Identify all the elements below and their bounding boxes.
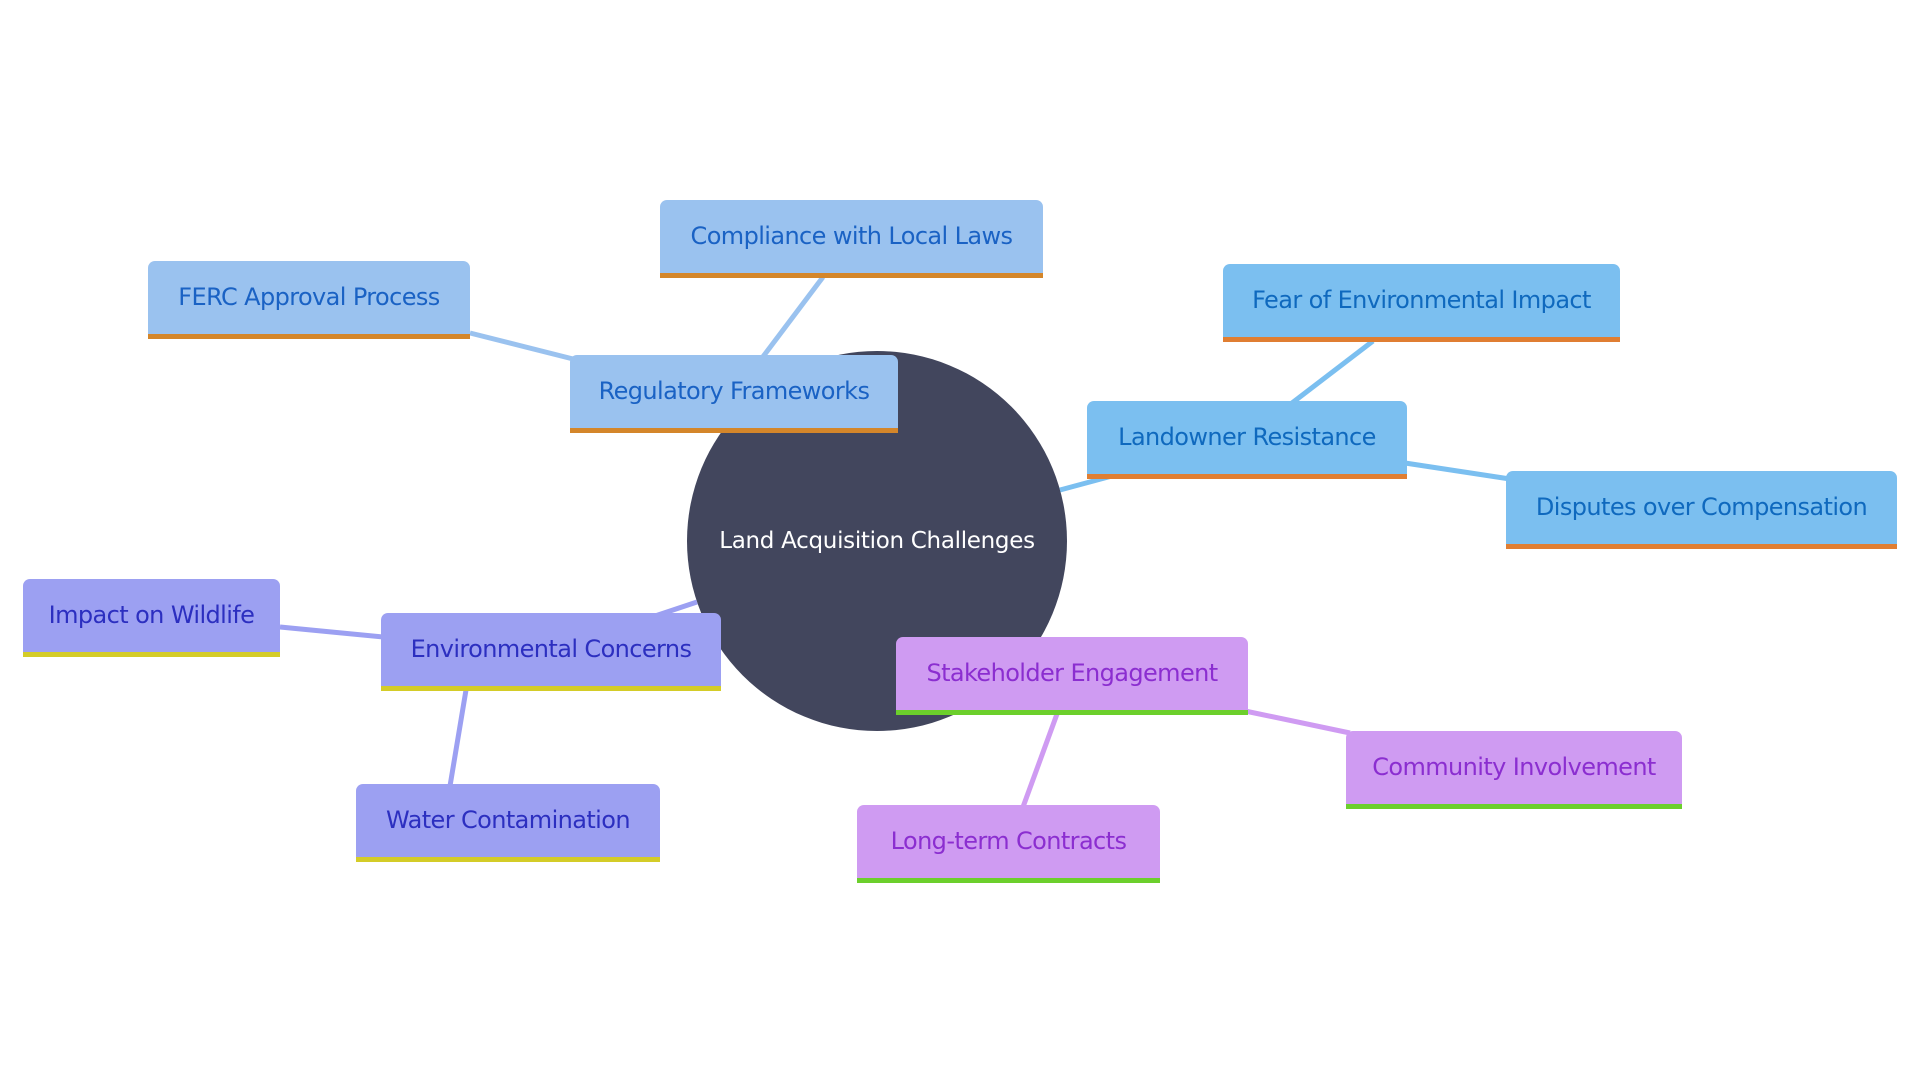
node-label: Impact on Wildlife <box>48 601 255 629</box>
node-environmental-concerns[interactable]: Environmental Concerns <box>381 613 721 691</box>
node-label: Long-term Contracts <box>890 827 1127 855</box>
accent-bar <box>356 857 660 862</box>
node-regulatory-frameworks[interactable]: Regulatory Frameworks <box>570 355 898 433</box>
node-stakeholder-engagement[interactable]: Stakeholder Engagement <box>896 637 1248 715</box>
accent-bar <box>570 428 898 433</box>
accent-bar <box>660 273 1043 278</box>
node-label: Fear of Environmental Impact <box>1252 286 1591 314</box>
node-compliance-with-local-laws[interactable]: Compliance with Local Laws <box>660 200 1043 278</box>
accent-bar <box>381 686 721 691</box>
accent-bar <box>857 878 1160 883</box>
root-label: Land Acquisition Challenges <box>719 528 1035 554</box>
edge-regulatory-ferc <box>469 330 586 365</box>
node-label: FERC Approval Process <box>178 283 440 311</box>
node-label: Disputes over Compensation <box>1535 493 1868 521</box>
node-label: Community Involvement <box>1372 753 1656 781</box>
node-long-term-contracts[interactable]: Long-term Contracts <box>857 805 1160 883</box>
accent-bar <box>1087 474 1407 479</box>
node-label: Stakeholder Engagement <box>926 659 1218 687</box>
node-label: Landowner Resistance <box>1118 423 1376 451</box>
edge-landowner-disputes <box>1404 460 1511 482</box>
accent-bar <box>1223 337 1620 342</box>
accent-bar <box>1506 544 1897 549</box>
node-water-contamination[interactable]: Water Contamination <box>356 784 660 862</box>
edge-stakeholder-community <box>1244 708 1351 736</box>
node-label: Compliance with Local Laws <box>690 222 1013 250</box>
edge-landowner-fear <box>1290 339 1375 405</box>
node-label: Water Contamination <box>386 806 630 834</box>
node-landowner-resistance[interactable]: Landowner Resistance <box>1087 401 1407 479</box>
node-fear-of-environmental-impact[interactable]: Fear of Environmental Impact <box>1223 264 1620 342</box>
node-label: Environmental Concerns <box>410 635 692 663</box>
accent-bar <box>896 710 1248 715</box>
node-ferc-approval-process[interactable]: FERC Approval Process <box>148 261 470 339</box>
edge-stakeholder-contracts <box>1020 713 1060 808</box>
edge-regulatory-compliance <box>760 275 825 360</box>
accent-bar <box>1346 804 1682 809</box>
node-community-involvement[interactable]: Community Involvement <box>1346 731 1682 809</box>
node-label: Regulatory Frameworks <box>598 377 870 405</box>
node-impact-on-wildlife[interactable]: Impact on Wildlife <box>23 579 280 657</box>
accent-bar <box>23 652 280 657</box>
edge-environmental-water <box>447 689 469 787</box>
edge-environmental-wildlife <box>279 624 384 640</box>
accent-bar <box>148 334 470 339</box>
node-disputes-over-compensation[interactable]: Disputes over Compensation <box>1506 471 1897 549</box>
